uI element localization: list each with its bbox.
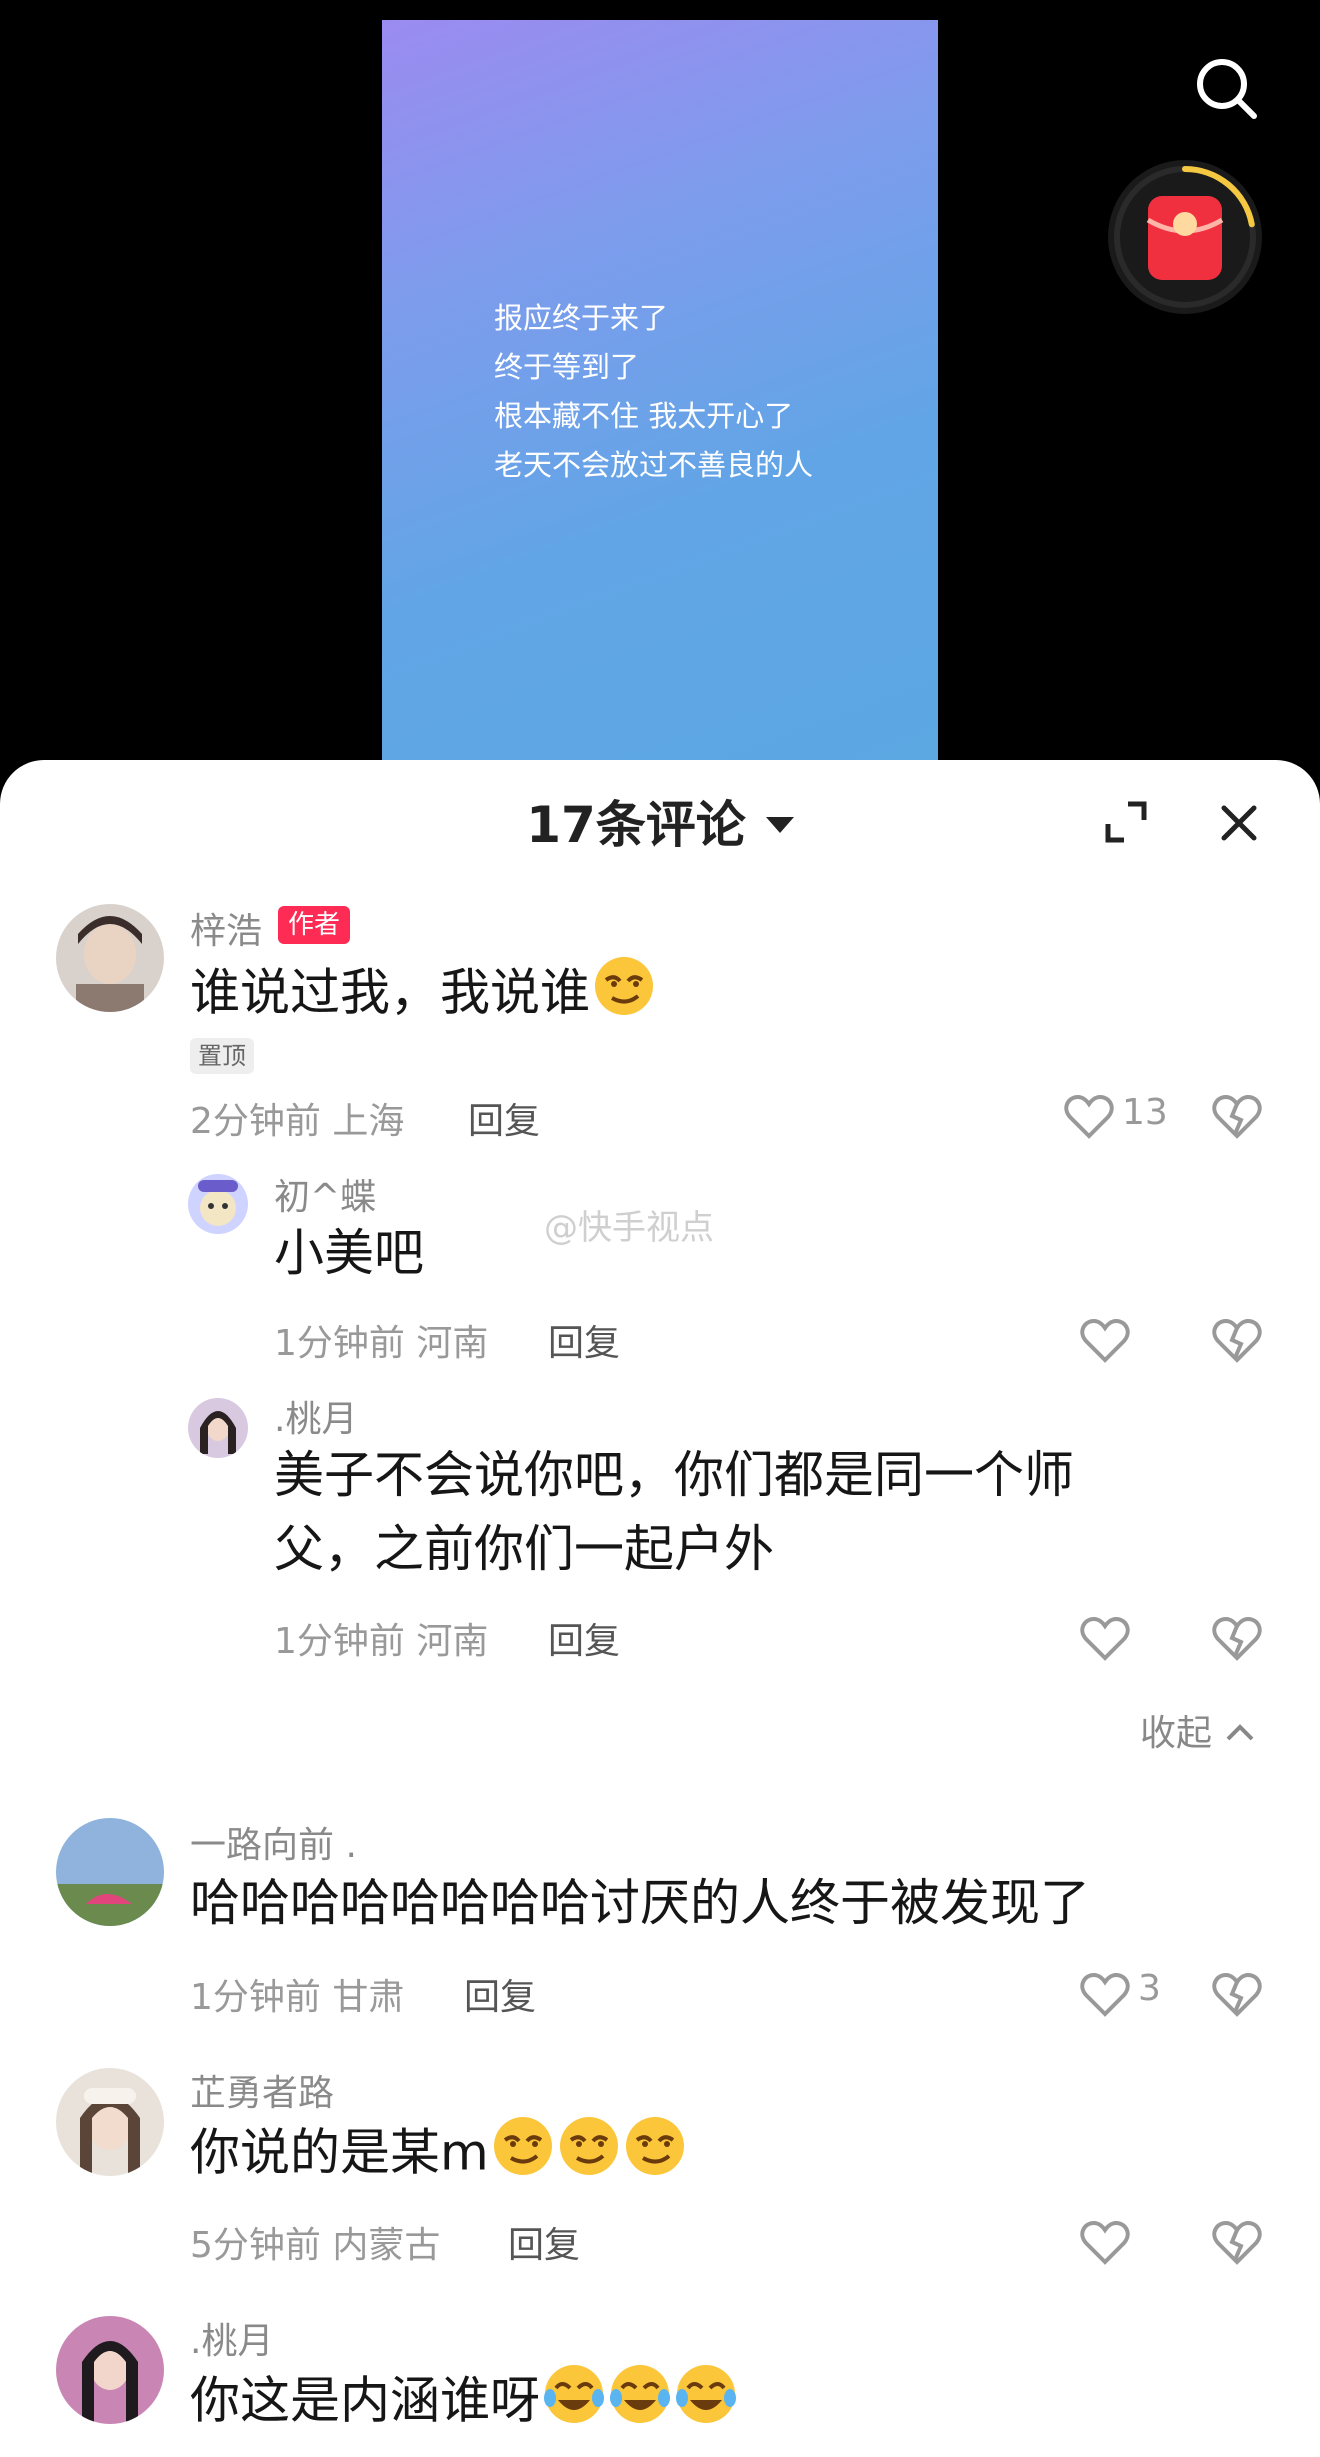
comment-author-name[interactable]: .桃月 (190, 2312, 273, 2364)
comment-text-content: 你这是内涵谁呀 (190, 2371, 540, 2430)
reply-button[interactable]: 回复 (548, 1612, 620, 1664)
reply-button[interactable]: 回复 (548, 1314, 620, 1366)
comment-time: 1分钟前 (190, 1977, 321, 2018)
author-badge: 作者 (278, 906, 351, 944)
reply-text[interactable]: 小美吧 (274, 1216, 424, 1290)
comment-count-label: 17条评论 (526, 796, 746, 854)
smirk-emoji-icon (623, 2114, 687, 2198)
comment-text[interactable]: 哈哈哈哈哈哈哈哈讨厌的人终于被发现了 (190, 1866, 1090, 1940)
comment-location: 甘肃 (332, 1977, 405, 2018)
broken-heart-icon[interactable] (1212, 1318, 1262, 1364)
expand-icon[interactable] (1104, 800, 1148, 844)
caret-down-icon (765, 816, 794, 833)
tears-of-joy-emoji-icon (608, 2362, 672, 2446)
chevron-up-icon (1223, 1713, 1257, 1754)
close-icon[interactable] (1214, 798, 1264, 848)
comment-meta: 2分钟前 上海 (190, 1092, 404, 1144)
reply-text-line: 美子不会说你吧，你们都是同一个师 (274, 1446, 1074, 1504)
reply-author-name[interactable]: .桃月 (274, 1390, 357, 1442)
tears-of-joy-emoji-icon (542, 2362, 606, 2446)
reply-button[interactable]: 回复 (468, 1092, 540, 1144)
comment-sheet: 17条评论 梓浩 作者 谁说过我，我说谁 置顶 2分钟前 上海 回复 13 初^… (0, 760, 1320, 2457)
reply-location: 河南 (416, 1621, 489, 1662)
comment-meta: 5分钟前 内蒙古 (190, 2216, 440, 2268)
heart-icon[interactable] (1080, 1616, 1130, 1662)
heart-icon[interactable] (1080, 1318, 1130, 1364)
comment-text-content: 谁说过我，我说谁 (190, 963, 590, 1022)
reply-meta: 1分钟前 河南 (274, 1612, 488, 1664)
comment-location: 上海 (332, 1101, 405, 1142)
reply-button[interactable]: 回复 (508, 2216, 580, 2268)
comment-text-content: 你说的是某m (190, 2123, 489, 2182)
comment-author-name[interactable]: 一路向前 . (190, 1816, 357, 1868)
video-caption-line: 根本藏不住 我太开心了 (494, 399, 794, 433)
comment-text[interactable]: 你这是内涵谁呀 (190, 2362, 738, 2446)
smirk-emoji-icon (557, 2114, 621, 2198)
heart-icon[interactable] (1080, 2220, 1130, 2266)
reply-author-name[interactable]: 初^蝶 (274, 1168, 376, 1220)
avatar[interactable] (188, 1398, 248, 1458)
avatar[interactable] (56, 1818, 164, 1926)
comment-meta: 1分钟前 甘肃 (190, 1968, 404, 2020)
heart-icon[interactable] (1064, 1094, 1114, 1140)
comment-text[interactable]: 谁说过我，我说谁 (190, 954, 656, 1038)
avatar[interactable] (188, 1174, 248, 1234)
avatar[interactable] (56, 2316, 164, 2424)
video-caption-line: 终于等到了 (494, 350, 640, 384)
watermark: @快手视点 (544, 1208, 714, 1248)
reply-location: 河南 (416, 1323, 489, 1364)
comment-time: 5分钟前 (190, 2225, 321, 2266)
pinned-badge: 置顶 (190, 1038, 254, 1074)
reply-time: 1分钟前 (274, 1323, 405, 1364)
comment-text[interactable]: 你说的是某m (190, 2114, 687, 2198)
collapse-label: 收起 (1140, 1713, 1213, 1754)
broken-heart-icon[interactable] (1212, 1094, 1262, 1140)
comment-location: 内蒙古 (332, 2225, 441, 2266)
heart-icon[interactable] (1080, 1972, 1130, 2018)
smirk-emoji-icon (592, 954, 656, 1038)
reply-text-line: 父，之前你们一起户外 (274, 1520, 774, 1578)
broken-heart-icon[interactable] (1212, 1616, 1262, 1662)
smirk-emoji-icon (491, 2114, 555, 2198)
video-caption-line: 报应终于来了 (494, 301, 669, 335)
avatar[interactable] (56, 904, 164, 1012)
video-caption-line: 老天不会放过不善良的人 (494, 448, 814, 482)
reply-button[interactable]: 回复 (464, 1968, 536, 2020)
comment-time: 2分钟前 (190, 1101, 321, 1142)
broken-heart-icon[interactable] (1212, 1972, 1262, 2018)
reply-meta: 1分钟前 河南 (274, 1314, 488, 1366)
reply-time: 1分钟前 (274, 1621, 405, 1662)
collapse-replies-button[interactable]: 收起 (1140, 1704, 1257, 1756)
like-count: 3 (1138, 1968, 1161, 2009)
tears-of-joy-emoji-icon (674, 2362, 738, 2446)
video-player[interactable]: 报应终于来了 终于等到了 根本藏不住 我太开心了 老天不会放过不善良的人 (0, 0, 1320, 810)
reply-text[interactable]: 美子不会说你吧，你们都是同一个师 父，之前你们一起户外 (274, 1438, 1074, 1586)
video-caption: 报应终于来了 终于等到了 根本藏不住 我太开心了 老天不会放过不善良的人 (494, 294, 813, 490)
search-icon[interactable] (1190, 52, 1262, 124)
comment-author-name[interactable]: 芷勇者路 (190, 2064, 334, 2116)
comment-author-name[interactable]: 梓浩 (190, 902, 262, 954)
red-envelope-icon[interactable] (1108, 160, 1262, 314)
like-count: 13 (1122, 1092, 1168, 1133)
broken-heart-icon[interactable] (1212, 2220, 1262, 2266)
video-frame[interactable]: 报应终于来了 终于等到了 根本藏不住 我太开心了 老天不会放过不善良的人 (382, 20, 938, 810)
avatar[interactable] (56, 2068, 164, 2176)
